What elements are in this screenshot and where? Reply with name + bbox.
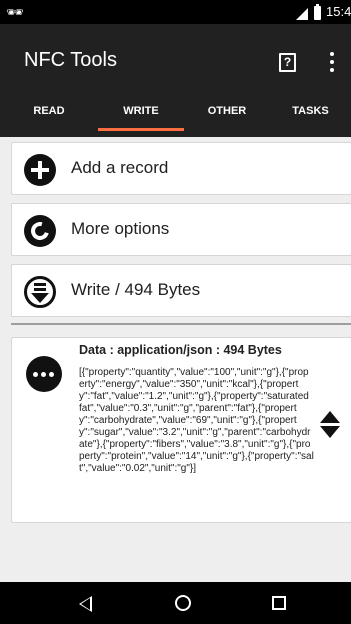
add-record-label: Add a record (71, 158, 169, 177)
write-label: Write / 494 Bytes (71, 280, 201, 299)
app-title: NFC Tools (24, 49, 117, 71)
spy-icon: 🕶 (6, 4, 24, 20)
more-options-icon[interactable] (328, 52, 336, 74)
back-icon[interactable] (79, 596, 92, 612)
record-title: Data : application/json : 494 Bytes (79, 343, 282, 357)
move-down-icon[interactable] (320, 426, 340, 438)
more-options-row[interactable]: More options (11, 203, 351, 256)
tab-other[interactable]: OTHER (184, 100, 270, 137)
status-bar: 🕶 15:49 (0, 0, 351, 24)
wrench-circle-icon (24, 215, 56, 247)
system-nav-bar (0, 582, 351, 624)
signal-icon (296, 8, 308, 20)
home-icon[interactable] (175, 595, 191, 611)
help-icon[interactable]: ? (279, 53, 296, 72)
write-download-icon (24, 276, 56, 308)
record-card[interactable]: Data : application/json : 494 Bytes [{"p… (11, 337, 351, 523)
reorder-icon[interactable] (320, 411, 340, 439)
app-bar: NFC Tools ? (0, 24, 351, 100)
add-circle-icon (24, 154, 56, 186)
tab-read[interactable]: READ (0, 100, 98, 137)
status-time: 15:49 (326, 4, 351, 19)
recent-apps-icon[interactable] (272, 596, 286, 610)
record-menu-icon[interactable] (26, 356, 62, 392)
section-divider (11, 323, 351, 325)
write-row[interactable]: Write / 494 Bytes (11, 264, 351, 317)
tab-tasks[interactable]: TASKS (270, 100, 351, 137)
tab-bar: READ WRITE OTHER TASKS (0, 100, 351, 137)
help-icon-glyph: ? (283, 55, 292, 69)
battery-icon (314, 4, 321, 20)
add-record-row[interactable]: Add a record (11, 142, 351, 195)
tab-write[interactable]: WRITE (98, 100, 184, 137)
record-body: [{"property":"quantity","value":"100","u… (79, 367, 314, 474)
more-options-label: More options (71, 219, 170, 238)
move-up-icon[interactable] (320, 411, 340, 423)
